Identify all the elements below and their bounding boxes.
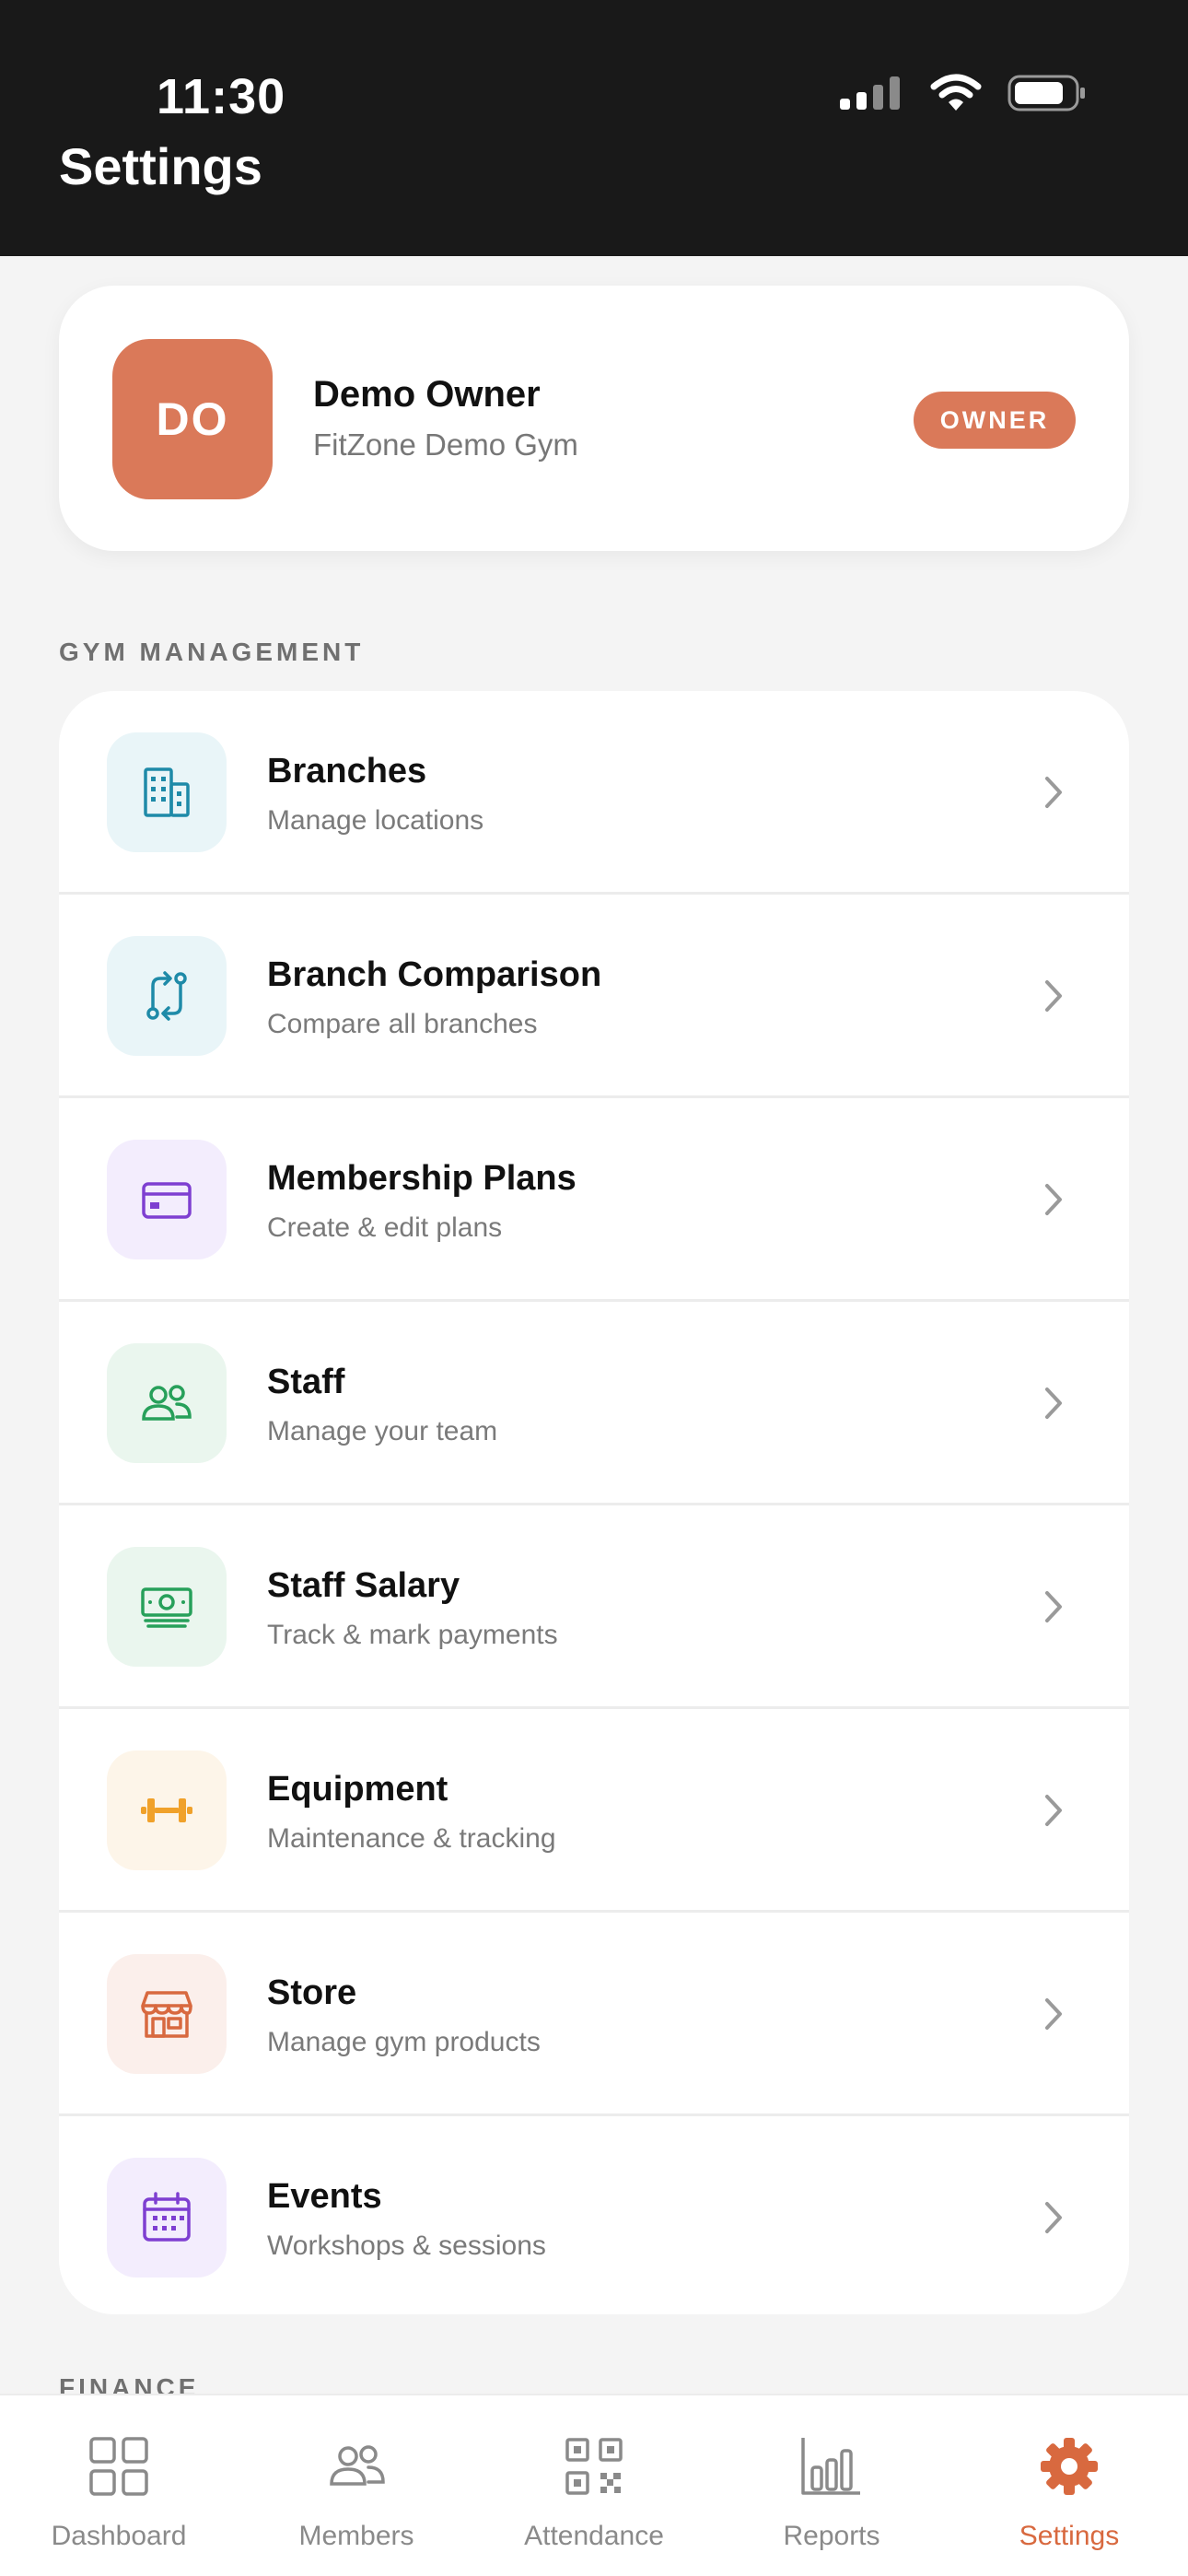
menu-item-subtitle: Workshops & sessions xyxy=(267,2231,546,2261)
menu-item-staff[interactable]: Staff Manage your team xyxy=(59,1302,1129,1505)
profile-name: Demo Owner xyxy=(313,374,541,415)
top-header: 11:30 Settings xyxy=(0,0,1188,256)
menu-item-subtitle: Manage locations xyxy=(267,805,484,836)
menu-item-title: Membership Plans xyxy=(267,1159,577,1198)
menu-item-title: Store xyxy=(267,1973,357,2012)
chevron-right-icon xyxy=(1035,774,1072,811)
tab-label: Reports xyxy=(783,2521,880,2551)
compare-arrows-icon xyxy=(107,936,227,1056)
tab-members[interactable]: Members xyxy=(238,2395,475,2576)
menu-item-title: Staff xyxy=(267,1363,345,1401)
menu-item-subtitle: Compare all branches xyxy=(267,1009,538,1039)
building-icon xyxy=(107,732,227,852)
chevron-right-icon xyxy=(1035,1385,1072,1422)
menu-item-membership-plans[interactable]: Membership Plans Create & edit plans xyxy=(59,1098,1129,1302)
avatar: DO xyxy=(112,339,273,499)
role-badge: OWNER xyxy=(914,392,1076,449)
menu-item-subtitle: Create & edit plans xyxy=(267,1212,503,1243)
tab-attendance[interactable]: Attendance xyxy=(475,2395,713,2576)
chevron-right-icon xyxy=(1035,1996,1072,2032)
store-icon xyxy=(107,1954,227,2074)
users-icon xyxy=(107,1343,227,1463)
chevron-right-icon xyxy=(1035,978,1072,1014)
battery-icon xyxy=(1007,75,1085,111)
tab-reports[interactable]: Reports xyxy=(713,2395,950,2576)
chevron-right-icon xyxy=(1035,1588,1072,1625)
status-time: 11:30 xyxy=(157,69,286,124)
menu-item-title: Equipment xyxy=(267,1770,448,1809)
chevron-right-icon xyxy=(1035,1181,1072,1218)
menu-item-subtitle: Manage your team xyxy=(267,1416,498,1446)
menu-item-subtitle: Maintenance & tracking xyxy=(267,1823,556,1854)
profile-card[interactable]: DO Demo Owner FitZone Demo Gym OWNER xyxy=(59,286,1129,551)
profile-gym-name: FitZone Demo Gym xyxy=(313,427,578,462)
menu-item-events[interactable]: Events Workshops & sessions xyxy=(59,2116,1129,2314)
users-icon xyxy=(324,2434,389,2499)
tab-label: Members xyxy=(298,2521,414,2551)
menu-item-title: Branch Comparison xyxy=(267,955,602,994)
bar-chart-icon xyxy=(799,2434,864,2499)
menu-item-title: Branches xyxy=(267,752,427,790)
qr-code-icon xyxy=(562,2434,626,2499)
tab-label: Dashboard xyxy=(51,2521,187,2551)
tab-dashboard[interactable]: Dashboard xyxy=(0,2395,238,2576)
menu-item-subtitle: Track & mark payments xyxy=(267,1620,558,1650)
chevron-right-icon xyxy=(1035,1792,1072,1829)
menu-item-equipment[interactable]: Equipment Maintenance & tracking xyxy=(59,1709,1129,1913)
calendar-icon xyxy=(107,2158,227,2277)
menu-item-branches[interactable]: Branches Manage locations xyxy=(59,691,1129,895)
wifi-icon xyxy=(930,74,982,111)
credit-card-icon xyxy=(107,1140,227,1259)
page-title: Settings xyxy=(59,137,262,195)
gym-management-menu: Branches Manage locations Branch Compari… xyxy=(59,691,1129,2314)
status-icons xyxy=(838,74,1087,112)
chevron-right-icon xyxy=(1035,2199,1072,2236)
menu-item-store[interactable]: Store Manage gym products xyxy=(59,1913,1129,2116)
tab-label: Attendance xyxy=(524,2521,664,2551)
menu-item-branch-comparison[interactable]: Branch Comparison Compare all branches xyxy=(59,895,1129,1098)
dumbbell-icon xyxy=(107,1751,227,1870)
menu-item-subtitle: Manage gym products xyxy=(267,2027,541,2057)
tab-settings[interactable]: Settings xyxy=(950,2395,1188,2576)
menu-item-staff-salary[interactable]: Staff Salary Track & mark payments xyxy=(59,1505,1129,1709)
gear-icon xyxy=(1037,2434,1101,2499)
menu-item-title: Staff Salary xyxy=(267,1566,460,1605)
section-label-gym-management: GYM MANAGEMENT xyxy=(59,638,365,666)
cellular-signal-icon xyxy=(840,76,900,110)
grid-icon xyxy=(87,2434,151,2499)
bottom-tab-bar: Dashboard Members Attendance Reports Set… xyxy=(0,2394,1188,2576)
tab-label: Settings xyxy=(1019,2521,1120,2551)
cash-icon xyxy=(107,1547,227,1667)
menu-item-title: Events xyxy=(267,2177,382,2216)
